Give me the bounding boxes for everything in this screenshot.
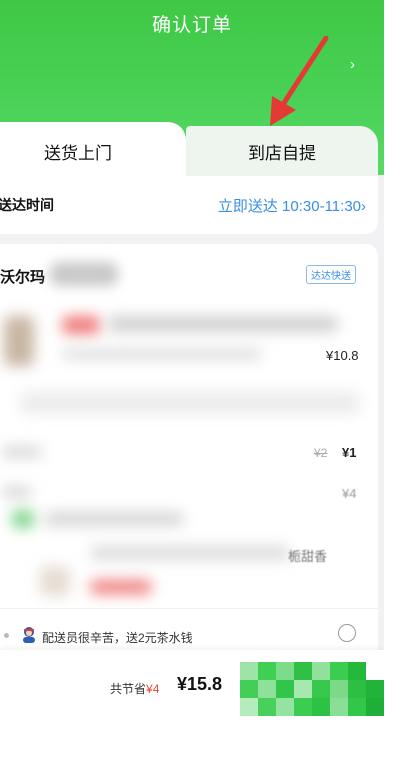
savings-summary: 共节省¥4 <box>110 680 159 697</box>
fee-price-2: ¥4 <box>342 486 357 501</box>
savings-amount: ¥4 <box>146 682 160 696</box>
delivery-time-text: 立即送达 10:30-11:30 <box>217 197 361 215</box>
product-title-blurred <box>108 316 338 332</box>
tab-store-pickup-label: 到店自提 <box>248 143 316 163</box>
product-price: ¥10.8 <box>326 348 359 363</box>
page-title: 确认订单 <box>151 15 232 36</box>
gift-title-blurred <box>44 512 184 526</box>
tab-store-pickup[interactable]: 到店自提 <box>186 126 378 176</box>
savings-label: 共节省 <box>110 682 147 696</box>
gift-detail-text: 栀甜香 <box>288 549 328 564</box>
gift-image-blurred <box>40 566 70 596</box>
product-tag-blurred <box>62 316 100 334</box>
screenshot-margin-bottom <box>0 720 400 759</box>
red-arrow-annotation <box>270 36 329 126</box>
fee-price: ¥1 <box>342 445 357 460</box>
address-chevron-icon[interactable]: › <box>350 56 355 73</box>
store-name: 沃尔玛 <box>0 269 46 286</box>
tip-bullet-icon <box>4 633 9 638</box>
delivery-time-value[interactable]: 立即送达 10:30-11:30› <box>218 195 366 216</box>
tab-home-delivery[interactable]: 送货上门 <box>0 122 186 180</box>
delivery-time-chevron-icon: › <box>361 197 366 215</box>
promo-banner-blurred <box>20 392 360 414</box>
courier-icon <box>23 627 35 643</box>
store-order-card: 沃尔玛 达达快送 ¥10.8 ¥2 ¥1 ¥4 栀甜香 <box>0 244 378 664</box>
fee-label-2-blurred <box>2 486 32 498</box>
delivery-time-row[interactable]: 送达时间 立即送达 10:30-11:30› <box>0 176 378 234</box>
courier-tip-text: 配送员很辛苦，送2元茶水钱 <box>42 631 193 645</box>
screenshot-margin-right <box>384 0 400 759</box>
product-subtitle-blurred <box>62 348 262 360</box>
store-name-blurred <box>50 262 118 286</box>
fee-label-blurred <box>2 446 42 458</box>
checkout-bar: 共节省¥4 ¥15.8 <box>0 650 384 720</box>
order-total: ¥15.8 <box>177 674 223 694</box>
submit-order-button[interactable] <box>240 652 384 720</box>
product-image-blurred <box>4 316 34 366</box>
app-viewport: 确认订单 › 送货上门 到店自提 送达时间 立即送达 10:30-11:30› … <box>0 0 384 720</box>
delivery-time-label: 送达时间 <box>0 197 54 213</box>
tab-home-delivery-label: 送货上门 <box>44 143 112 163</box>
gift-tag-blurred <box>90 580 152 594</box>
delivery-service-badge: 达达快送 <box>306 265 356 284</box>
courier-tip-radio[interactable] <box>338 624 356 642</box>
gift-icon-blurred <box>12 510 34 528</box>
gift-detail-blurred <box>90 546 290 560</box>
fee-original-price: ¥2 <box>314 446 328 460</box>
